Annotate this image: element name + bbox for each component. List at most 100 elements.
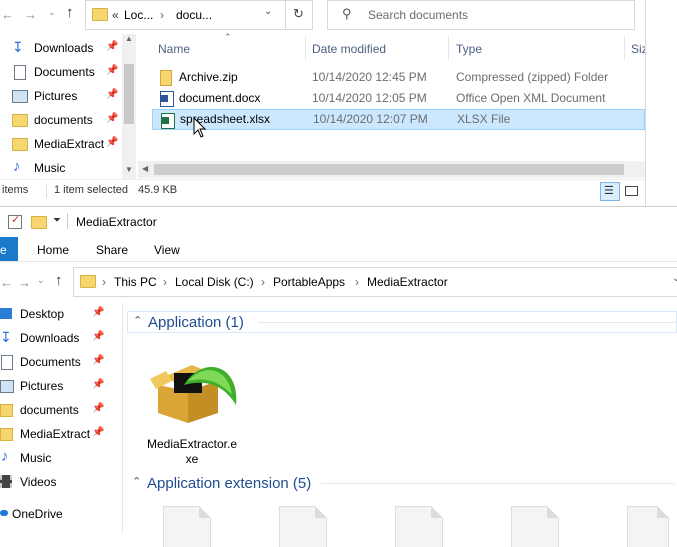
back-arrow-icon[interactable]: ← (0, 275, 13, 290)
addr-segment-documents[interactable]: docu... (176, 8, 212, 22)
quick-access-dropdown-icon[interactable]: ⏷ (53, 215, 61, 226)
address-dropdown-icon[interactable]: ⌄ (672, 273, 677, 284)
dll-file-icon[interactable] (163, 506, 211, 547)
sidebar-item-label: Music (20, 451, 52, 465)
sidebar-item-label: Pictures (20, 379, 64, 393)
file-name: Archive.zip (179, 70, 238, 84)
address-bar[interactable]: « Loc... › docu... ⌄ (85, 0, 287, 30)
file-type: Office Open XML Document (456, 91, 606, 105)
sidebar-item-desktop[interactable]: Desktop 📌 (0, 303, 108, 325)
column-divider[interactable] (624, 36, 625, 60)
top-explorer-window: ← → ⌄ ↑ « Loc... › docu... ⌄ ↻ ⚲ Search … (0, 0, 648, 206)
pictures-icon (12, 90, 28, 103)
scroll-up-icon[interactable]: ▲ (125, 34, 133, 43)
music-note-icon: ♪ (1, 448, 9, 465)
column-header-type[interactable]: Type (456, 42, 482, 56)
sidebar-item-downloads[interactable]: ↧ Downloads 📌 (0, 37, 122, 59)
addr-segment-thispc[interactable]: This PC (114, 275, 157, 289)
file-item-mediaextractor[interactable]: MediaExtractor.e xe (140, 347, 244, 467)
sidebar-item-documents-folder[interactable]: documents 📌 (0, 109, 122, 131)
column-divider[interactable] (305, 36, 306, 60)
back-arrow-icon[interactable]: ← (1, 7, 14, 22)
scrollbar-thumb[interactable] (154, 164, 624, 175)
file-date: 10/14/2020 12:05 PM (312, 91, 427, 105)
large-icons-view-button[interactable] (622, 182, 640, 199)
nav-scrollbar[interactable]: ▲ ▼ (122, 34, 136, 179)
forward-arrow-icon[interactable]: → (18, 275, 31, 290)
column-divider[interactable] (448, 36, 449, 60)
addr-segment-portableapps[interactable]: PortableApps (273, 275, 345, 289)
folder-icon (92, 8, 108, 21)
collapse-chevron-icon[interactable]: ⌃ (132, 475, 141, 488)
forward-arrow-icon[interactable]: → (24, 7, 37, 22)
pin-icon: 📌 (92, 403, 105, 414)
up-arrow-icon[interactable]: ↑ (55, 272, 63, 289)
sidebar-item-videos[interactable]: Videos (0, 471, 108, 493)
group-header-application[interactable]: ⌃ Application (1) (127, 311, 677, 333)
file-tab[interactable]: e (0, 237, 18, 261)
music-note-icon: ♪ (13, 158, 21, 175)
addr-separator-icon: › (102, 275, 106, 289)
dll-file-icon[interactable] (627, 506, 669, 547)
sidebar-item-mediaextract[interactable]: MediaExtract 📌 (0, 423, 108, 445)
sidebar-item-label: Downloads (20, 331, 80, 345)
new-folder-icon[interactable] (31, 216, 47, 229)
word-document-icon (160, 91, 174, 107)
pin-icon: 📌 (106, 113, 119, 124)
sidebar-item-label: MediaExtract (34, 137, 105, 151)
scroll-down-icon[interactable]: ▼ (125, 165, 133, 174)
sidebar-item-label: Music (34, 161, 66, 175)
scroll-left-icon[interactable]: ◀ (142, 164, 148, 173)
tab-view[interactable]: View (154, 243, 180, 257)
file-row-spreadsheet-selected[interactable]: spreadsheet.xlsx 10/14/2020 12:07 PM XLS… (152, 109, 645, 130)
pin-icon: 📌 (92, 427, 105, 438)
column-header-row: ⌃ (138, 30, 645, 62)
sidebar-item-documents[interactable]: Documents 📌 (0, 61, 122, 83)
sidebar-item-mediaextract[interactable]: MediaExtract 📌 (0, 133, 122, 155)
recent-chevron-icon[interactable]: ⌄ (37, 275, 45, 286)
properties-check-icon[interactable]: ✓ (8, 214, 22, 229)
sidebar-item-downloads[interactable]: ↧ Downloads 📌 (0, 327, 108, 349)
scrollbar-thumb[interactable] (124, 64, 134, 124)
refresh-icon: ↻ (293, 6, 304, 21)
tab-home[interactable]: Home (37, 243, 69, 257)
addr-segment-localdisk[interactable]: Local Disk (C:) (175, 275, 254, 289)
address-dropdown-icon[interactable]: ⌄ (264, 6, 272, 17)
sidebar-item-label: Videos (20, 475, 57, 489)
dll-file-icon[interactable] (279, 506, 327, 547)
collapse-chevron-icon[interactable]: ⌃ (133, 314, 142, 327)
sidebar-item-pictures[interactable]: Pictures 📌 (0, 375, 108, 397)
title-divider (67, 213, 68, 229)
sidebar-item-documents-folder[interactable]: documents 📌 (0, 399, 108, 421)
sidebar-item-onedrive[interactable]: OneDrive (0, 503, 108, 525)
tab-share[interactable]: Share (96, 243, 128, 257)
dll-file-icon[interactable] (395, 506, 443, 547)
sidebar-item-pictures[interactable]: Pictures 📌 (0, 85, 122, 107)
up-arrow-icon[interactable]: ↑ (66, 4, 74, 21)
refresh-button[interactable]: ↻ (285, 0, 313, 30)
sidebar-item-music[interactable]: ♪ Music (0, 447, 108, 469)
address-bar[interactable]: › This PC › Local Disk (C:) › PortableAp… (73, 267, 677, 297)
addr-segment-local[interactable]: Loc... (124, 8, 153, 22)
overflow-chevron-icon[interactable]: « (112, 8, 119, 22)
addr-segment-mediaextractor[interactable]: MediaExtractor (367, 275, 448, 289)
horizontal-scrollbar[interactable]: ◀ (138, 161, 645, 178)
sidebar-item-music[interactable]: ♪ Music (0, 157, 122, 179)
file-type: Compressed (zipped) Folder (456, 70, 609, 84)
group-header-application-extension[interactable]: ⌃ Application extension (5) (127, 473, 677, 495)
column-header-name[interactable]: Name (158, 42, 190, 56)
pane-divider[interactable] (122, 303, 123, 534)
details-view-button[interactable]: ☰ (600, 182, 620, 201)
recent-chevron-icon[interactable]: ⌄ (48, 7, 56, 18)
sort-ascending-icon: ⌃ (224, 32, 232, 42)
film-icon (0, 475, 12, 488)
file-row-archive[interactable]: Archive.zip 10/14/2020 12:45 PM Compress… (152, 67, 645, 88)
pictures-icon (0, 380, 14, 393)
file-row-document[interactable]: document.docx 10/14/2020 12:05 PM Office… (152, 88, 645, 109)
column-header-date[interactable]: Date modified (312, 42, 386, 56)
sidebar-item-documents[interactable]: Documents 📌 (0, 351, 108, 373)
dll-file-icon[interactable] (511, 506, 559, 547)
large-icons-view-icon (625, 186, 638, 196)
search-box[interactable]: ⚲ Search documents (327, 0, 635, 30)
folder-icon (12, 114, 28, 127)
